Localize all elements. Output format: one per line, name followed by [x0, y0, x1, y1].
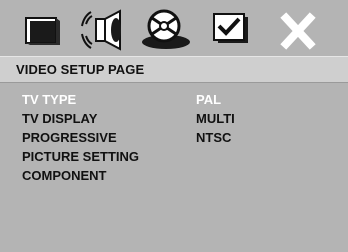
- tab-audio-setup[interactable]: [76, 4, 132, 56]
- video-disc-icon: [142, 9, 190, 49]
- tab-preference-setup[interactable]: [202, 4, 258, 56]
- option-ntsc[interactable]: NTSC: [196, 128, 326, 147]
- option-pal[interactable]: PAL: [196, 90, 326, 109]
- setup-tab-bar: [0, 0, 348, 62]
- dvd-setup-menu: VIDEO SETUP PAGE TV TYPE TV DISPLAY PROG…: [0, 0, 348, 252]
- menu-item-tv-display[interactable]: TV DISPLAY: [22, 109, 192, 128]
- option-multi[interactable]: MULTI: [196, 109, 326, 128]
- tab-exit[interactable]: [268, 4, 324, 56]
- preference-check-icon: [213, 13, 248, 43]
- speaker-icon: [81, 9, 121, 51]
- tab-video-setup[interactable]: [138, 4, 194, 56]
- menu-item-component[interactable]: COMPONENT: [22, 166, 192, 185]
- menu-item-progressive[interactable]: PROGRESSIVE: [22, 128, 192, 147]
- page-header: VIDEO SETUP PAGE: [0, 56, 348, 83]
- menu-item-picture-setting[interactable]: PICTURE SETTING: [22, 147, 192, 166]
- menu-item-tv-type[interactable]: TV TYPE: [22, 90, 192, 109]
- close-x-icon: [280, 12, 316, 50]
- tab-general-setup[interactable]: [14, 4, 70, 56]
- tv-type-option-list: PAL MULTI NTSC: [196, 90, 326, 147]
- setup-menu-list: TV TYPE TV DISPLAY PROGRESSIVE PICTURE S…: [22, 90, 192, 185]
- page-title: VIDEO SETUP PAGE: [16, 62, 145, 77]
- monitor-icon: [25, 17, 60, 45]
